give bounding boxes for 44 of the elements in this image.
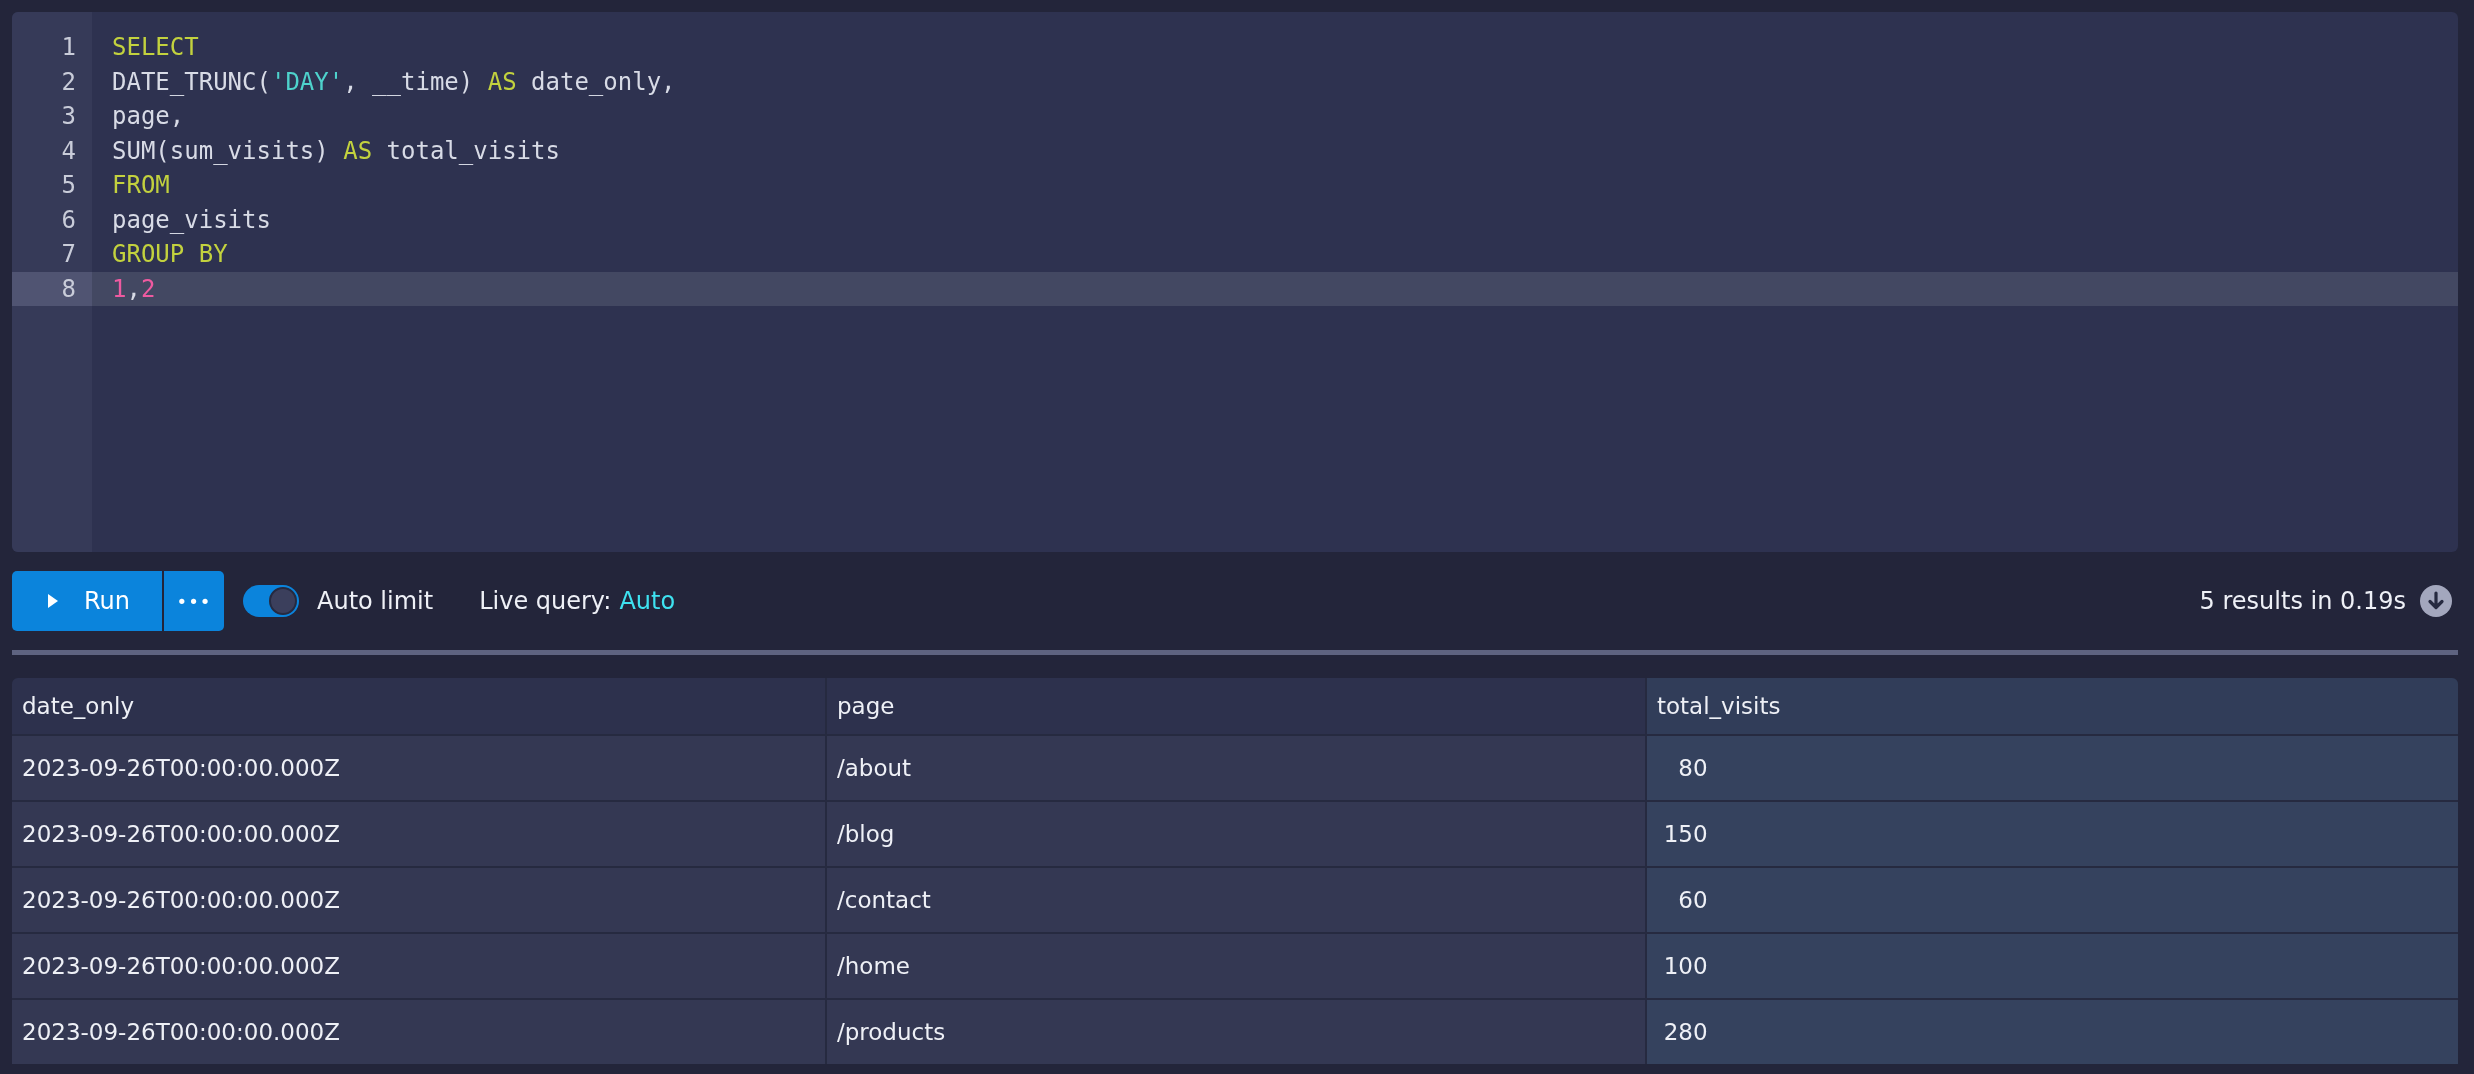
table-cell: /home: [827, 934, 1645, 998]
line-number: 5: [61, 171, 76, 200]
table-cell: 100: [1647, 934, 2458, 998]
auto-limit-label: Auto limit: [317, 587, 434, 615]
code-line: page,: [112, 102, 185, 131]
code-line: 1,2: [112, 274, 156, 303]
line-number: 8: [61, 274, 76, 303]
line-number: 1: [61, 33, 76, 62]
table-cell: 80: [1647, 736, 2458, 800]
table-cell: /contact: [827, 868, 1645, 932]
code-line: SELECT: [112, 33, 199, 62]
live-query-link[interactable]: Auto: [619, 587, 676, 615]
line-number: 4: [61, 136, 76, 165]
table-cell: 2023-09-26T00:00:00.000Z: [12, 802, 825, 866]
result-summary: 5 results in 0.19s: [2199, 587, 2406, 615]
code-line: FROM: [112, 171, 170, 200]
line-number: 7: [61, 240, 76, 269]
table-cell: 2023-09-26T00:00:00.000Z: [12, 736, 825, 800]
table-cell: 2023-09-26T00:00:00.000Z: [12, 868, 825, 932]
code-line: SUM(sum_visits) AS total_visits: [112, 136, 560, 165]
play-icon: [48, 594, 58, 608]
column-header[interactable]: total_visits: [1647, 678, 2458, 734]
line-number: 3: [61, 102, 76, 131]
more-button[interactable]: •••: [164, 571, 224, 631]
code-line: DATE_TRUNC('DAY', __time) AS date_only,: [112, 67, 676, 96]
auto-limit-toggle[interactable]: [243, 585, 299, 617]
run-button[interactable]: Run: [12, 571, 162, 631]
column-header[interactable]: date_only: [12, 678, 825, 734]
column-header[interactable]: page: [827, 678, 1645, 734]
table-cell: 2023-09-26T00:00:00.000Z: [12, 934, 825, 998]
download-icon[interactable]: [2420, 585, 2452, 617]
table-cell: 2023-09-26T00:00:00.000Z: [12, 1000, 825, 1064]
table-cell: 60: [1647, 868, 2458, 932]
code-editor[interactable]: 1 2 3 4 5 6 7 8 SELECT DATE_TRUNC('DAY', __time) AS date_only, page, SUM(sum_visits) AS total_visits FROM page_visits GROUP BY 1,2: [12, 12, 2458, 552]
table-cell: /about: [827, 736, 1645, 800]
code-line: GROUP BY: [112, 240, 228, 269]
code-line: page_visits: [112, 205, 271, 234]
line-number: 6: [61, 205, 76, 234]
table-cell: /products: [827, 1000, 1645, 1064]
table-cell: 280: [1647, 1000, 2458, 1064]
table-cell: /blog: [827, 802, 1645, 866]
line-number: 2: [61, 67, 76, 96]
table-cell: 150: [1647, 802, 2458, 866]
live-query-label: Live query:: [479, 587, 612, 615]
